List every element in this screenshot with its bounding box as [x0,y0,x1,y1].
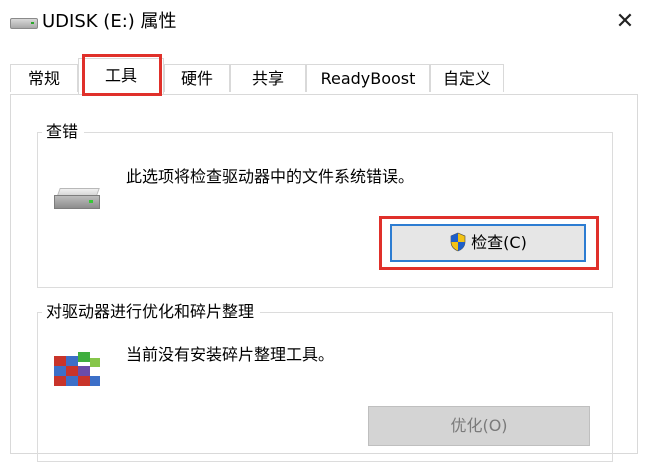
tab-readyboost[interactable]: ReadyBoost [306,64,430,92]
drive-icon-large [54,188,100,209]
check-highlight-box [379,216,599,270]
tab-general[interactable]: 常规 [10,64,78,92]
optimize-title: 对驱动器进行优化和碎片整理 [42,302,261,322]
close-icon[interactable]: ✕ [611,8,639,36]
error-check-description: 此选项将检查驱动器中的文件系统错误。 [126,167,415,186]
error-check-title: 查错 [42,122,85,142]
tab-customize[interactable]: 自定义 [430,64,504,92]
tab-sharing[interactable]: 共享 [230,64,306,92]
window-title: UDISK (E:) 属性 [42,11,177,32]
title-bar: UDISK (E:) 属性 ✕ [0,0,650,46]
tab-highlight-box [82,54,162,96]
optimize-button[interactable]: 优化(O) [368,406,590,446]
defrag-icon [54,352,100,386]
tab-hardware[interactable]: 硬件 [164,64,230,92]
drive-icon [10,18,38,29]
optimize-description: 当前没有安装碎片整理工具。 [126,345,335,364]
